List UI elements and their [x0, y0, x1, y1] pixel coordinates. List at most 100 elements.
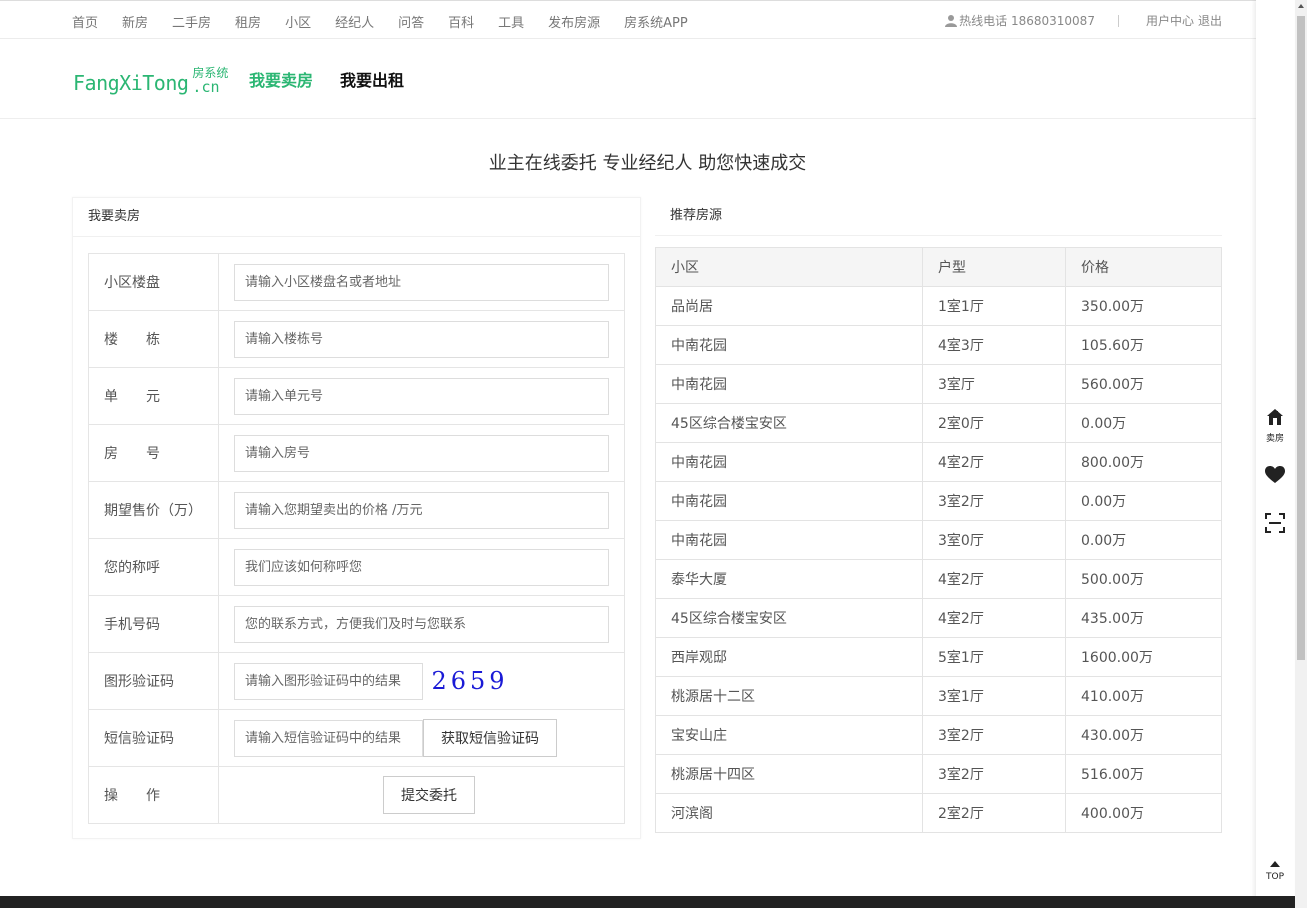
- field-label: 单 元: [88, 367, 219, 425]
- table-row[interactable]: 西岸观邸 5室1厅 1600.00万: [655, 637, 1222, 677]
- form-row-room: 房 号: [88, 424, 625, 482]
- nav-app[interactable]: 房系统APP: [624, 12, 688, 31]
- table-row[interactable]: 中南花园 4室3厅 105.60万: [655, 325, 1222, 365]
- cell-community[interactable]: 45区综合楼宝安区: [655, 598, 923, 638]
- table-row[interactable]: 桃源居十二区 3室1厅 410.00万: [655, 676, 1222, 716]
- cell-community[interactable]: 中南花园: [655, 481, 923, 521]
- table-row[interactable]: 河滨阁 2室2厅 400.00万: [655, 793, 1222, 833]
- cell-community[interactable]: 泰华大厦: [655, 559, 923, 599]
- sell-form-panel: 我要卖房 小区楼盘 楼 栋 单 元 房 号 期望售价（万）: [72, 197, 641, 839]
- table-row[interactable]: 中南花园 3室2厅 0.00万: [655, 481, 1222, 521]
- nav-community[interactable]: 小区: [285, 12, 311, 31]
- cell-layout: 3室2厅: [922, 481, 1066, 521]
- room-number-input[interactable]: [234, 434, 609, 472]
- site-logo[interactable]: FangXiTong 房系统 .cn: [73, 67, 228, 95]
- community-input[interactable]: [234, 263, 609, 301]
- hotline-text: 热线电话 18680310087: [959, 14, 1095, 28]
- field-label: 操 作: [88, 766, 219, 824]
- sell-form-title: 我要卖房: [73, 198, 640, 237]
- cell-community[interactable]: 中南花园: [655, 520, 923, 560]
- cell-community[interactable]: 桃源居十四区: [655, 754, 923, 794]
- captcha-input[interactable]: [234, 662, 423, 700]
- nav-wiki[interactable]: 百科: [448, 12, 474, 31]
- nav-rent[interactable]: 租房: [235, 12, 261, 31]
- table-body: 品尚居 1室1厅 350.00万 中南花园 4室3厅 105.60万 中南花园 3室厅 560.…: [655, 286, 1222, 833]
- cell-community[interactable]: 品尚居: [655, 286, 923, 326]
- table-row[interactable]: 泰华大厦 4室2厅 500.00万: [655, 559, 1222, 599]
- sms-code-input[interactable]: [234, 720, 423, 757]
- nav-home[interactable]: 首页: [72, 12, 98, 31]
- expected-price-input[interactable]: [234, 491, 609, 529]
- cell-layout: 3室2厅: [922, 754, 1066, 794]
- cell-price: 516.00万: [1065, 754, 1222, 794]
- cell-layout: 4室3厅: [922, 325, 1066, 365]
- site-header: FangXiTong 房系统 .cn 我要卖房 我要出租: [0, 39, 1256, 119]
- cell-layout: 5室1厅: [922, 637, 1066, 677]
- table-row[interactable]: 45区综合楼宝安区 4室2厅 435.00万: [655, 598, 1222, 638]
- field-label: 小区楼盘: [88, 253, 219, 311]
- cell-price: 0.00万: [1065, 481, 1222, 521]
- nav-tools[interactable]: 工具: [498, 12, 524, 31]
- cell-community[interactable]: 西岸观邸: [655, 637, 923, 677]
- cell-price: 1600.00万: [1065, 637, 1222, 677]
- cell-layout: 1室1厅: [922, 286, 1066, 326]
- scroll-up-arrow-icon[interactable]: [1298, 4, 1304, 8]
- nav-agent[interactable]: 经纪人: [335, 12, 374, 31]
- cell-community[interactable]: 中南花园: [655, 325, 923, 365]
- cell-community[interactable]: 河滨阁: [655, 793, 923, 833]
- nav-new-house[interactable]: 新房: [122, 12, 148, 31]
- tab-rent-out[interactable]: 我要出租: [340, 67, 404, 91]
- scrollbar-thumb[interactable]: [1297, 16, 1305, 660]
- table-row[interactable]: 宝安山庄 3室2厅 430.00万: [655, 715, 1222, 755]
- nav-qa[interactable]: 问答: [398, 12, 424, 31]
- table-row[interactable]: 中南花园 3室厅 560.00万: [655, 364, 1222, 404]
- cell-community[interactable]: 中南花园: [655, 364, 923, 404]
- page-slogan: 业主在线委托 专业经纪人 助您快速成交: [488, 153, 807, 174]
- table-row[interactable]: 45区综合楼宝安区 2室0厅 0.00万: [655, 403, 1222, 443]
- cell-community[interactable]: 45区综合楼宝安区: [655, 403, 923, 443]
- sidebar-sell-label: 卖房: [1265, 434, 1284, 444]
- floating-sidebar: 卖房 TOP: [1256, 0, 1294, 908]
- header-tabs: 我要卖房 我要出租: [249, 67, 431, 91]
- cell-layout: 2室2厅: [922, 793, 1066, 833]
- building-input[interactable]: [234, 320, 609, 358]
- table-row[interactable]: 中南花园 4室2厅 800.00万: [655, 442, 1222, 482]
- nav-second-hand[interactable]: 二手房: [172, 12, 211, 31]
- name-input[interactable]: [234, 548, 609, 586]
- sidebar-scan[interactable]: [1256, 513, 1294, 537]
- nav-publish-listing[interactable]: 发布房源: [548, 12, 600, 31]
- back-to-top-label: TOP: [1265, 872, 1284, 882]
- divider: [1117, 14, 1119, 27]
- form-row-community: 小区楼盘: [88, 253, 625, 311]
- cell-price: 430.00万: [1065, 715, 1222, 755]
- field-label: 短信验证码: [88, 709, 219, 767]
- captcha-image[interactable]: 2659: [431, 667, 508, 695]
- submit-entrust-button[interactable]: 提交委托: [383, 776, 475, 814]
- cell-layout: 4室2厅: [922, 442, 1066, 482]
- logout-link[interactable]: 退出: [1198, 12, 1222, 29]
- form-row-action: 操 作 提交委托: [88, 766, 625, 824]
- cell-community[interactable]: 桃源居十二区: [655, 676, 923, 716]
- column-header-price: 价格: [1065, 247, 1222, 287]
- scan-icon: [1265, 513, 1285, 533]
- table-row[interactable]: 桃源居十四区 3室2厅 516.00万: [655, 754, 1222, 794]
- user-center-link[interactable]: 用户中心: [1146, 12, 1194, 29]
- logo-text-en: FangXiTong: [73, 71, 189, 95]
- phone-input[interactable]: [234, 605, 609, 643]
- cell-layout: 4室2厅: [922, 559, 1066, 599]
- sidebar-favorites[interactable]: [1256, 466, 1294, 488]
- sidebar-sell[interactable]: 卖房: [1256, 408, 1294, 444]
- top-nav: 首页 新房 二手房 租房 小区 经纪人 问答 百科 工具 发布房源 房系统APP: [72, 12, 712, 31]
- unit-input[interactable]: [234, 377, 609, 415]
- form-row-building: 楼 栋: [88, 310, 625, 368]
- cell-price: 410.00万: [1065, 676, 1222, 716]
- cell-community[interactable]: 宝安山庄: [655, 715, 923, 755]
- cell-community[interactable]: 中南花园: [655, 442, 923, 482]
- table-row[interactable]: 中南花园 3室0厅 0.00万: [655, 520, 1222, 560]
- page-scrollbar[interactable]: [1295, 0, 1307, 908]
- tab-sell-house[interactable]: 我要卖房: [249, 67, 313, 91]
- get-sms-code-button[interactable]: 获取短信验证码: [423, 719, 557, 757]
- sidebar-back-to-top[interactable]: TOP: [1256, 855, 1294, 882]
- table-row[interactable]: 品尚居 1室1厅 350.00万: [655, 286, 1222, 326]
- field-label: 手机号码: [88, 595, 219, 653]
